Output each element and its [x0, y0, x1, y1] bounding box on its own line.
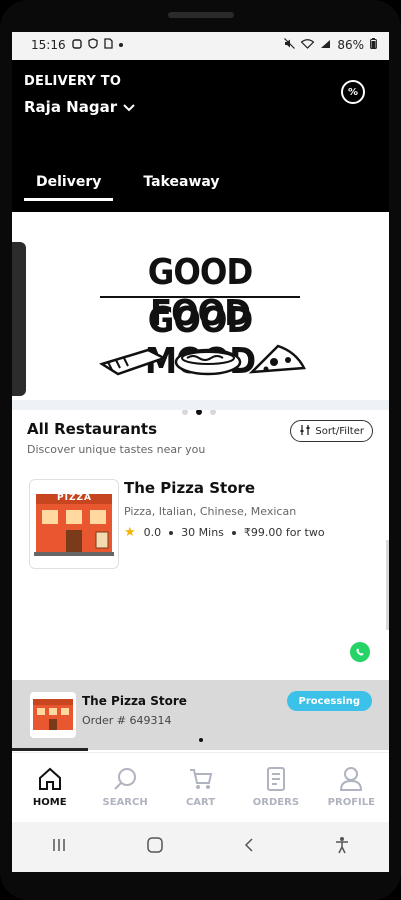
active-order-banner[interactable]: The Pizza Store Order # 649314 Processin… — [12, 680, 389, 750]
sort-filter-button[interactable]: Sort/Filter — [290, 420, 373, 442]
nav-profile[interactable]: PROFILE — [314, 753, 389, 823]
banner-divider — [100, 296, 300, 298]
order-status-badge: Processing — [286, 691, 372, 711]
location-selector[interactable]: Raja Nagar — [24, 98, 135, 116]
meta-separator — [169, 530, 174, 535]
restaurant-meta: ★ 0.0 30 Mins ₹99.00 for two — [124, 525, 325, 540]
nav-search-label: SEARCH — [102, 797, 148, 808]
hotdog-icon — [173, 344, 243, 380]
restaurant-price: ₹99.00 for two — [243, 526, 325, 539]
more-notifications-dot — [118, 43, 123, 47]
nav-cart[interactable]: CART — [163, 753, 238, 823]
nav-search[interactable]: SEARCH — [87, 753, 162, 823]
pizza-slice-icon — [248, 342, 308, 382]
order-restaurant-name: The Pizza Store — [82, 694, 187, 708]
battery-percent: 86% — [337, 38, 364, 52]
tab-takeaway-label: Takeaway — [143, 174, 220, 190]
nav-cart-label: CART — [185, 797, 216, 808]
burrito-icon — [98, 344, 168, 380]
restaurant-delivery-time: 30 Mins — [181, 526, 224, 539]
order-number: Order # 649314 — [82, 714, 172, 727]
tab-delivery-label: Delivery — [36, 174, 102, 190]
order-strip-progress — [12, 748, 88, 751]
phone-frame: 15:16 86% DELIVERY TO Raja Nagar % Deliv… — [0, 0, 401, 900]
orders-icon — [262, 765, 290, 793]
location-name: Raja Nagar — [24, 98, 118, 116]
order-pager-dot — [199, 738, 203, 742]
tab-takeaway[interactable]: Takeaway — [131, 170, 231, 201]
home-button-icon[interactable] — [146, 836, 164, 858]
wifi-icon — [300, 38, 315, 52]
restaurant-cuisines: Pizza, Italian, Chinese, Mexican — [124, 505, 297, 518]
signal-icon — [320, 38, 331, 52]
restaurant-card[interactable]: PIZZA The Pizza Store Pizza, Italian, Ch… — [29, 479, 374, 571]
tab-delivery[interactable]: Delivery — [24, 170, 114, 201]
banner-food-illustrations — [98, 342, 308, 382]
profile-icon — [337, 765, 365, 793]
cart-icon — [187, 765, 215, 793]
accessibility-icon[interactable] — [334, 836, 350, 858]
whatsapp-icon[interactable] — [350, 642, 370, 662]
speaker-grille — [168, 12, 234, 18]
nav-orders-label: ORDERS — [252, 797, 300, 808]
bottom-navigation: HOME SEARCH CART ORDERS PROFILE — [12, 752, 389, 823]
nav-profile-label: PROFILE — [327, 797, 375, 808]
order-type-tabs: Delivery Takeaway — [24, 170, 232, 201]
carousel-side-handle — [12, 242, 26, 396]
chevron-down-icon — [123, 98, 135, 116]
section-divider — [12, 400, 389, 410]
battery-icon — [370, 38, 377, 52]
recent-apps-icon[interactable] — [51, 837, 67, 857]
app-screen: 15:16 86% DELIVERY TO Raja Nagar % Deliv… — [12, 32, 389, 872]
system-navigation-bar — [12, 822, 389, 872]
nav-home-label: HOME — [32, 797, 67, 808]
thumbnail-sign-text: PIZZA — [57, 493, 92, 503]
sim-icon — [103, 38, 113, 52]
scrollbar[interactable] — [386, 540, 389, 630]
nav-orders[interactable]: ORDERS — [238, 753, 313, 823]
section-subtitle: Discover unique tastes near you — [27, 443, 206, 456]
restaurant-rating: 0.0 — [143, 526, 162, 539]
filter-sliders-icon — [299, 424, 311, 439]
back-icon[interactable] — [243, 837, 255, 857]
restaurant-name: The Pizza Store — [124, 479, 256, 497]
discount-icon[interactable]: % — [341, 80, 365, 104]
search-icon — [111, 765, 139, 793]
app-header: DELIVERY TO Raja Nagar % Delivery Takeaw… — [12, 60, 389, 212]
status-bar: 15:16 86% — [12, 32, 389, 60]
promo-banner-carousel[interactable]: GOOD FOOD GOOD MOOD — [12, 212, 389, 432]
notification-icon — [71, 38, 82, 52]
shield-icon — [87, 38, 98, 52]
meta-separator — [231, 530, 236, 535]
order-thumbnail — [30, 692, 76, 738]
mute-icon — [284, 38, 296, 52]
star-icon: ★ — [124, 525, 136, 540]
nav-home[interactable]: HOME — [12, 753, 87, 823]
delivery-to-label: DELIVERY TO — [24, 74, 122, 89]
section-title: All Restaurants — [27, 420, 158, 438]
home-icon — [36, 765, 64, 793]
status-time: 15:16 — [31, 38, 66, 52]
restaurant-thumbnail: PIZZA — [29, 479, 119, 569]
sort-filter-label: Sort/Filter — [315, 425, 364, 437]
